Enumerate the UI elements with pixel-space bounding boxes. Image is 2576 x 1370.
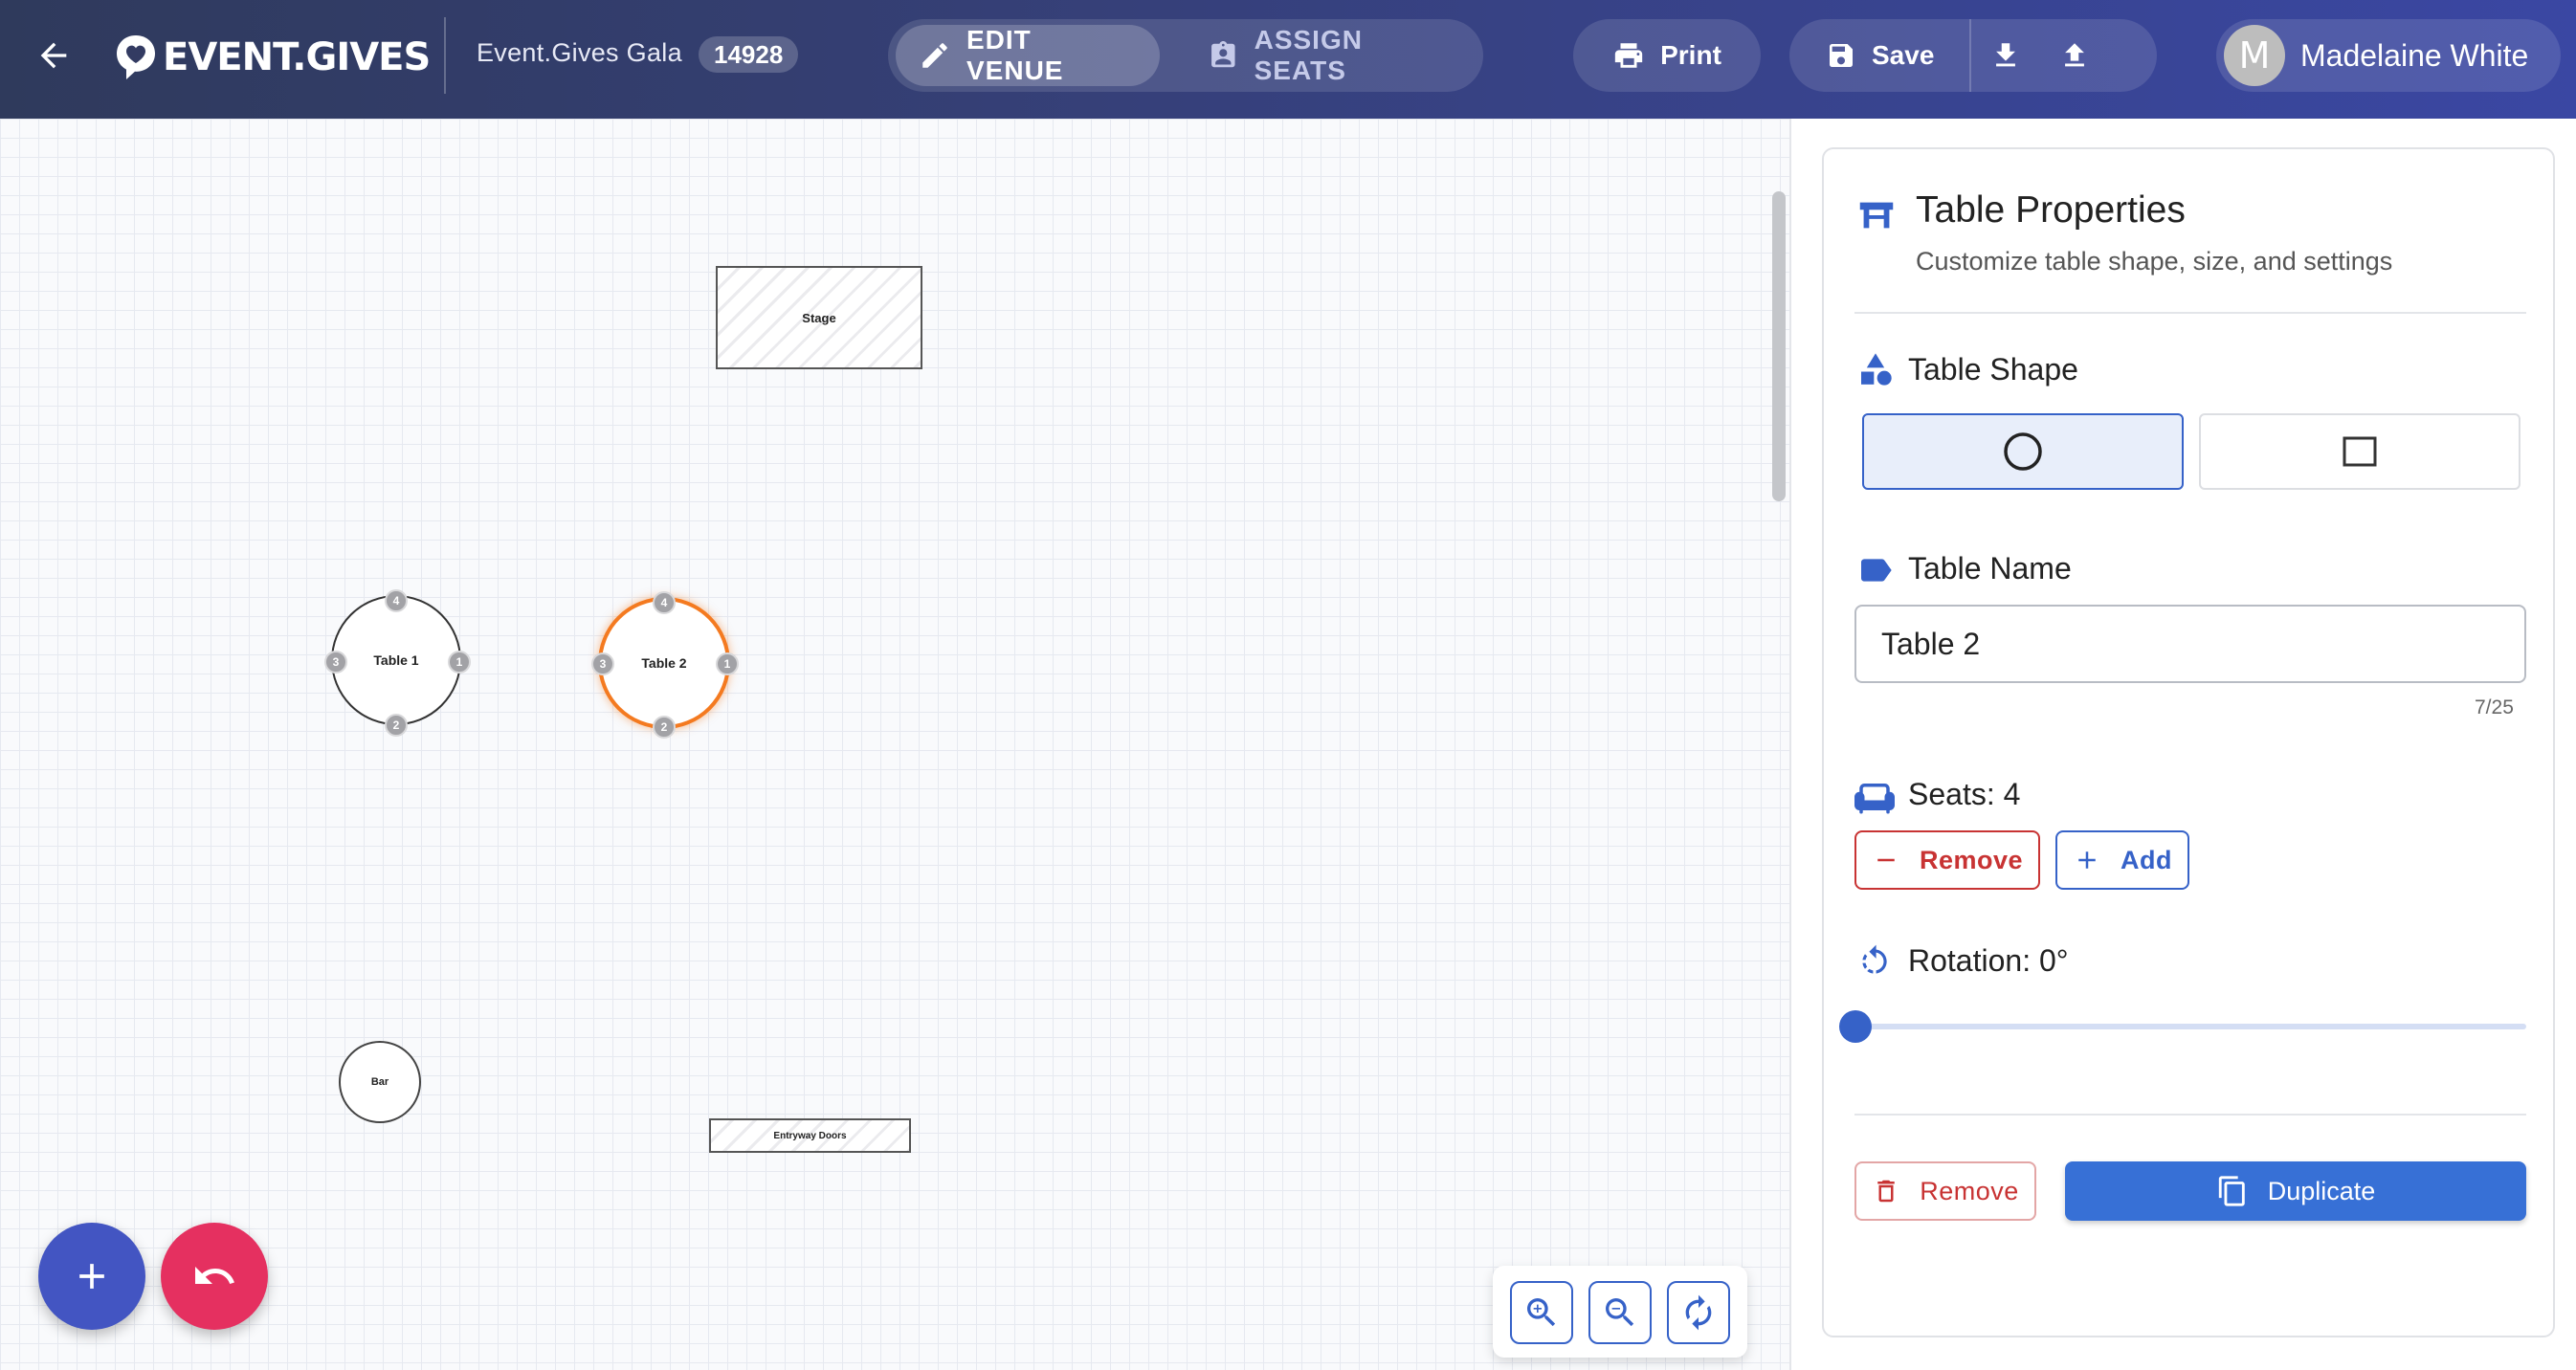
duplicate-label: Duplicate — [2267, 1176, 2376, 1205]
table-2-seat-1[interactable]: 1 — [716, 652, 739, 675]
back-button[interactable] — [29, 29, 78, 82]
table-1[interactable]: Table 1 — [331, 595, 461, 725]
zoom-in-icon — [1527, 1298, 1556, 1327]
character-counter: 7/25 — [2475, 696, 2514, 718]
remove-table-label: Remove — [1920, 1176, 2019, 1205]
entryway-doors-label: Entryway Doors — [773, 1130, 847, 1141]
event-name: Event.Gives Gala — [477, 38, 682, 67]
seat-icon — [1854, 784, 1895, 814]
rotate-icon — [1862, 944, 1887, 974]
panel-divider — [1789, 119, 1791, 1370]
table-2-seat-2[interactable]: 2 — [653, 716, 676, 739]
refresh-icon — [1685, 1294, 1712, 1331]
add-element-button[interactable] — [38, 1223, 145, 1330]
table-2-seat-3[interactable]: 3 — [591, 652, 614, 675]
add-seat-label: Add — [2121, 845, 2172, 874]
assign-seats-icon — [1211, 41, 1235, 68]
plus-icon — [79, 1264, 104, 1289]
pencil-icon — [922, 43, 947, 68]
table-1-seat-4[interactable]: 4 — [385, 589, 408, 612]
assign-seats-label: ASSIGN SEATS — [1254, 25, 1363, 85]
stage-label: Stage — [802, 310, 836, 325]
table-2-label: Table 2 — [641, 655, 687, 671]
header-divider — [444, 17, 446, 94]
table-1-seat-1[interactable]: 1 — [448, 651, 471, 674]
bar-label: Bar — [370, 1076, 389, 1088]
stage-element[interactable]: Stage — [716, 266, 922, 369]
minus-icon — [1877, 858, 1895, 862]
zoom-in-button[interactable] — [1510, 1281, 1573, 1344]
canvas-scrollbar[interactable] — [1772, 191, 1786, 501]
shape-square-option[interactable] — [2199, 413, 2520, 490]
remove-seat-label: Remove — [1919, 845, 2024, 874]
upload-button[interactable] — [2040, 19, 2109, 92]
printer-icon — [1614, 43, 1643, 68]
panel-divider-bottom — [1854, 1114, 2526, 1116]
shapes-icon — [1861, 353, 1892, 386]
avatar: M — [2224, 25, 2285, 86]
rotation-slider-track[interactable] — [1854, 1024, 2526, 1029]
zoom-out-icon — [1606, 1298, 1634, 1327]
remove-table-button[interactable]: Remove — [1854, 1161, 2036, 1221]
trash-icon — [1877, 1180, 1895, 1203]
undo-button[interactable] — [161, 1223, 268, 1330]
plus-icon — [2078, 851, 2096, 869]
entryway-doors-element[interactable]: Entryway Doors — [709, 1118, 911, 1153]
add-seat-button[interactable]: Add — [2055, 830, 2189, 890]
table-2-seat-4[interactable]: 4 — [653, 591, 676, 614]
venue-canvas[interactable]: Stage Table 1 4 1 2 3 Table 2 4 1 2 3 Ba… — [0, 119, 1789, 1370]
table-properties-panel: Table Properties Customize table shape, … — [1822, 147, 2555, 1337]
speech-heart-icon — [117, 35, 155, 79]
circle-icon — [2004, 432, 2042, 471]
shape-circle-option[interactable] — [1862, 413, 2184, 490]
remove-seat-button[interactable]: Remove — [1854, 830, 2040, 890]
save-button-group: Save — [1789, 19, 2157, 92]
table-1-seat-2[interactable]: 2 — [385, 714, 408, 737]
event-gives-logo[interactable]: EVENT.GIVES — [115, 31, 431, 84]
event-id-badge: 14928 — [699, 36, 799, 73]
reset-view-button[interactable] — [1667, 1281, 1730, 1344]
save-button[interactable]: Save — [1789, 19, 1969, 92]
user-menu[interactable]: M Madelaine White — [2216, 19, 2561, 92]
app-header: EVENT.GIVES Event.Gives Gala 14928 EDIT … — [0, 0, 2576, 119]
print-label: Print — [1660, 40, 1721, 70]
download-icon — [1996, 43, 2015, 67]
copy-icon — [2218, 1176, 2245, 1206]
label-tag-icon — [1861, 559, 1892, 582]
mode-toggle-group: EDIT VENUE ASSIGN SEATS — [888, 19, 1483, 92]
assign-seats-button[interactable]: ASSIGN SEATS — [1185, 25, 1477, 86]
save-label: Save — [1872, 40, 1935, 70]
rotation-slider-thumb[interactable] — [1839, 1010, 1872, 1043]
duplicate-table-button[interactable]: Duplicate — [2065, 1161, 2526, 1221]
edit-venue-button[interactable]: EDIT VENUE — [896, 25, 1160, 86]
panel-divider-top — [1854, 312, 2526, 314]
download-button[interactable] — [1971, 19, 2040, 92]
table-1-seat-3[interactable]: 3 — [324, 651, 347, 674]
edit-venue-label: EDIT VENUE — [966, 25, 1064, 85]
table-shape-label: Table Shape — [1908, 352, 2078, 387]
upload-icon — [2065, 43, 2084, 67]
panel-subtitle: Customize table shape, size, and setting… — [1916, 247, 2393, 276]
table-1-label: Table 1 — [373, 652, 419, 668]
table-name-label: Table Name — [1908, 551, 2072, 586]
table-name-input[interactable] — [1854, 605, 2526, 683]
zoom-controls — [1493, 1266, 1747, 1358]
square-icon — [2343, 436, 2377, 467]
arrow-left-icon — [40, 42, 67, 69]
rotation-label: Rotation: 0° — [1908, 943, 2069, 978]
user-name: Madelaine White — [2300, 37, 2529, 73]
table-2[interactable]: Table 2 — [598, 597, 730, 729]
logo-text: EVENT.GIVES — [163, 35, 431, 79]
zoom-out-button[interactable] — [1588, 1281, 1652, 1344]
floppy-disk-icon — [1830, 44, 1853, 67]
undo-icon — [195, 1267, 234, 1284]
seats-count-label: Seats: 4 — [1908, 777, 2021, 811]
table-icon — [1859, 202, 1894, 229]
bar-element[interactable]: Bar — [339, 1041, 421, 1123]
panel-title: Table Properties — [1916, 189, 2186, 231]
print-button[interactable]: Print — [1573, 19, 1761, 92]
